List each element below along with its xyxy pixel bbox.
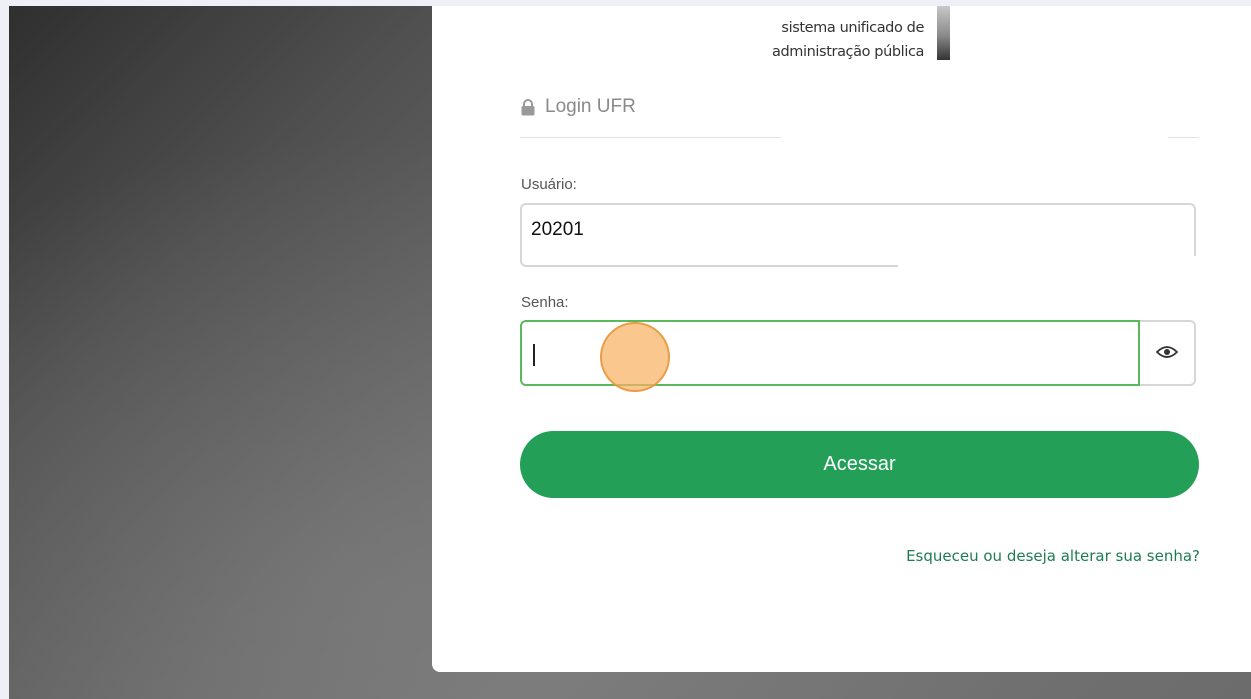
click-indicator (600, 322, 670, 392)
password-label: Senha: (521, 294, 569, 311)
divider-right (1168, 137, 1199, 138)
text-cursor (533, 344, 535, 366)
forgot-password-link[interactable]: Esqueceu ou deseja alterar sua senha? (906, 547, 1200, 565)
username-label: Usuário: (521, 176, 577, 193)
submit-button[interactable]: Acessar (520, 431, 1199, 498)
brand-line-1: sistema unificado de (781, 20, 924, 36)
brand-bar (937, 6, 950, 60)
divider-left (520, 137, 781, 138)
username-value: 20201 (531, 219, 584, 240)
toggle-password-button[interactable] (1140, 320, 1196, 386)
overlay-patch-2 (898, 256, 1201, 320)
login-title: Login UFR (545, 96, 636, 117)
lock-icon (520, 98, 536, 116)
brand-logo: sistema unificado de administração públi… (700, 6, 950, 70)
login-heading: Login UFR (520, 93, 636, 121)
brand-line-2: administração pública (772, 44, 924, 60)
eye-icon (1155, 344, 1179, 363)
